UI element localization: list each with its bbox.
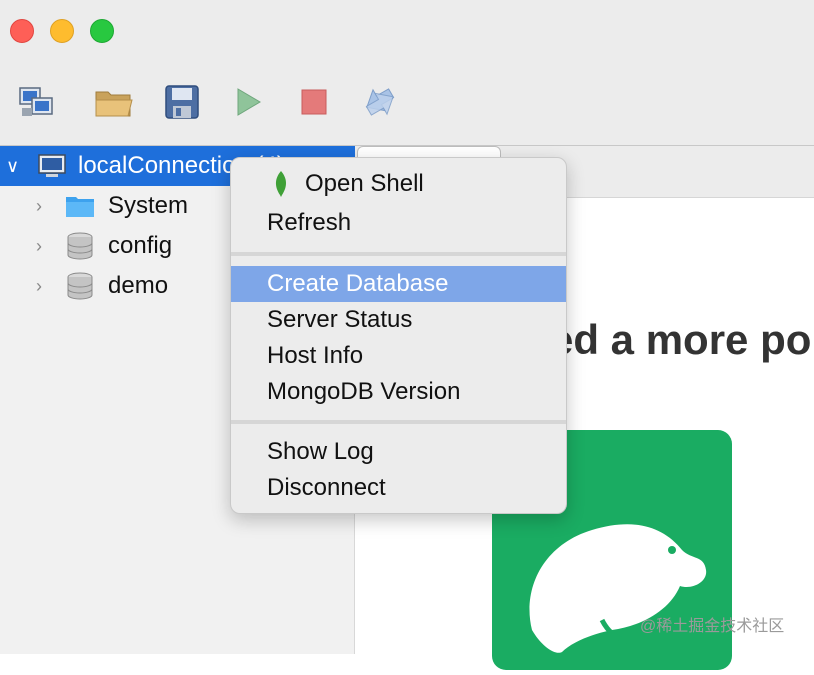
window-titlebar: [0, 0, 814, 62]
monitor-icon: [36, 150, 68, 182]
save-icon[interactable]: [160, 80, 204, 124]
menu-item-mongodb-version[interactable]: MongoDB Version: [231, 374, 566, 410]
menu-item-refresh[interactable]: Refresh: [231, 205, 566, 241]
stop-icon[interactable]: [292, 80, 336, 124]
menu-item-label: Server Status: [267, 306, 413, 333]
menu-item-label: Host Info: [267, 342, 364, 369]
tree-item-label: System: [108, 192, 189, 219]
tree-item-label: demo: [108, 272, 169, 299]
promo-heading: ed a more po: [550, 316, 812, 363]
chevron-down-icon[interactable]: ∨: [6, 156, 19, 177]
menu-item-create-database[interactable]: Create Database: [231, 266, 566, 302]
watermark: @稀土掘金技术社区: [640, 618, 785, 635]
chevron-right-icon[interactable]: ›: [36, 276, 42, 297]
maximize-window-button[interactable]: [90, 19, 114, 43]
menu-item-server-status[interactable]: Server Status: [231, 302, 566, 338]
refresh-icon[interactable]: [358, 80, 402, 124]
chevron-right-icon[interactable]: ›: [36, 196, 42, 217]
mongodb-leaf-icon: [275, 171, 287, 197]
menu-item-label: Refresh: [267, 209, 352, 236]
folder-icon: [64, 190, 96, 222]
menu-item-label: Create Database: [267, 270, 449, 297]
chevron-right-icon[interactable]: ›: [36, 236, 42, 257]
context-menu: Open Shell Refresh Create Database Serve…: [230, 157, 567, 514]
menu-item-label: Disconnect: [267, 474, 386, 501]
toolbar: [0, 62, 814, 146]
database-icon: [64, 230, 96, 262]
close-window-button[interactable]: [10, 19, 34, 43]
database-icon: [64, 270, 96, 302]
run-icon[interactable]: [226, 80, 270, 124]
menu-item-disconnect[interactable]: Disconnect: [231, 470, 566, 506]
menu-item-label: MongoDB Version: [267, 378, 461, 405]
menu-item-open-shell[interactable]: Open Shell: [231, 166, 566, 202]
menu-separator: [231, 252, 566, 256]
minimize-window-button[interactable]: [50, 19, 74, 43]
connect-icon[interactable]: [14, 80, 58, 124]
tree-item-label: config: [108, 232, 173, 259]
open-folder-icon[interactable]: [92, 80, 136, 124]
menu-item-host-info[interactable]: Host Info: [231, 338, 566, 374]
menu-item-label: Show Log: [267, 438, 374, 465]
menu-item-show-log[interactable]: Show Log: [231, 434, 566, 470]
menu-separator: [231, 420, 566, 424]
